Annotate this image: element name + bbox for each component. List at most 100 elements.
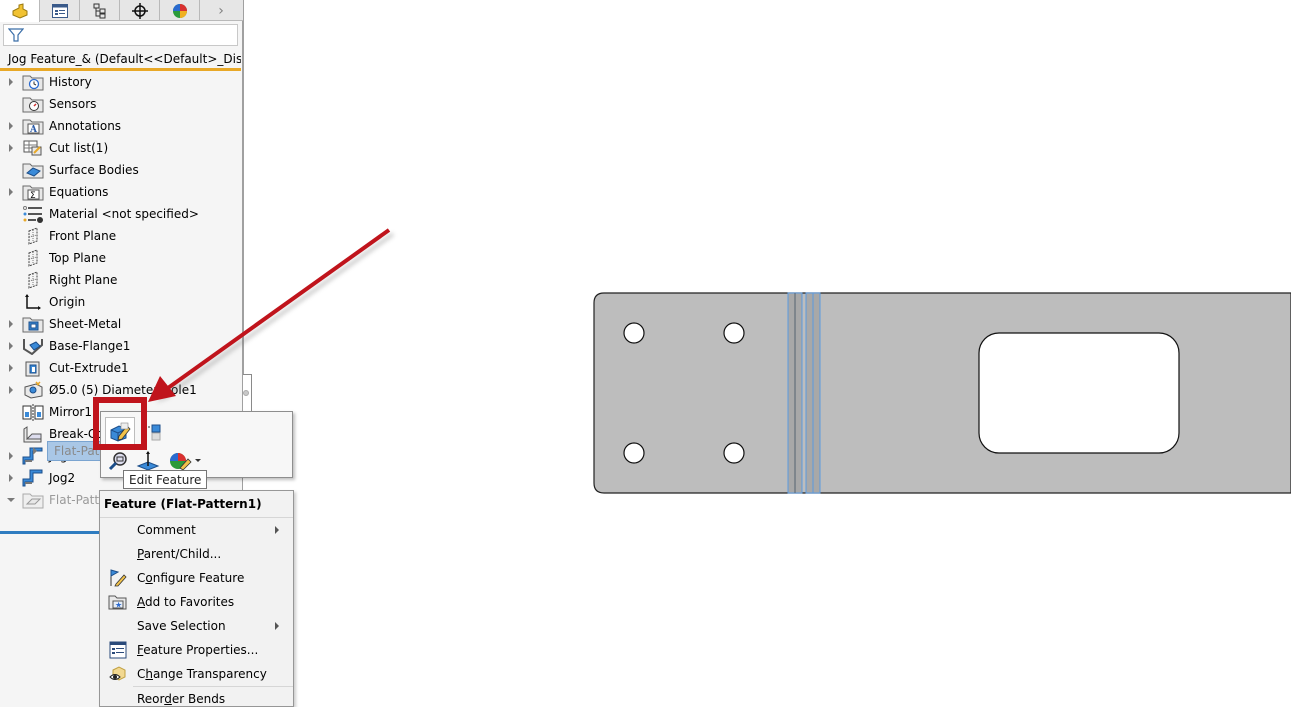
tree-item-label: Ø5.0 (5) Diameter Hole1 (49, 383, 197, 397)
bend-region-1[interactable] (787, 292, 803, 494)
caret-right-icon (9, 320, 13, 328)
manager-tabs: › (0, 0, 243, 22)
tree-item[interactable]: Cut list(1) (0, 137, 241, 159)
caret-right-icon (9, 386, 13, 394)
tree-item[interactable]: Right Plane (0, 269, 241, 291)
filter-icon (8, 28, 24, 42)
tree-item-label: Base-Flange1 (49, 339, 131, 353)
expand-toggle[interactable] (0, 78, 22, 86)
menu-item[interactable]: Save Selection (100, 614, 293, 638)
bend-region-2[interactable] (805, 292, 821, 494)
context-menu-title: Feature (Flat-Pattern1) (100, 491, 293, 518)
hole-wizard-icon (22, 380, 44, 400)
access-key: o (145, 571, 153, 585)
label-part: nfigure Feature (152, 571, 245, 585)
part-root-node[interactable]: Jog Feature_& (Default<<Default>_Disp (0, 49, 241, 69)
expand-toggle[interactable] (24, 447, 46, 455)
menu-item[interactable]: Configure Feature (100, 566, 293, 590)
panel-resize-grip[interactable] (243, 390, 249, 396)
mirror-icon (22, 402, 44, 422)
more-tabs-button[interactable]: › (200, 0, 242, 21)
plane-icon (22, 270, 44, 290)
tree-item[interactable]: Base-Flange1 (0, 335, 241, 357)
tree-item[interactable]: A Annotations (0, 115, 241, 137)
cut-extrude-icon (22, 358, 44, 378)
hole[interactable] (623, 322, 645, 344)
expand-toggle[interactable] (0, 364, 22, 372)
tree-item[interactable]: Material <not specified> (0, 203, 241, 225)
propertymanager-tab[interactable] (40, 0, 80, 21)
menu-item[interactable]: Comment (100, 518, 293, 542)
label-part: arent/Child... (143, 547, 222, 561)
menu-item[interactable]: Change Transparency (100, 662, 293, 686)
featuremanager-tab[interactable] (0, 0, 40, 22)
base-flange-icon (22, 336, 44, 356)
tree-item-label: Sheet-Metal (49, 317, 122, 331)
caret-right-icon (9, 122, 13, 130)
callout-highlight-box (93, 397, 147, 450)
menu-item-label: Feature Properties... (137, 643, 258, 657)
dimxpertmanager-tab[interactable] (120, 0, 160, 21)
suppress-icon (148, 424, 161, 441)
menu-item[interactable]: ★ Add to Favorites (100, 590, 293, 614)
context-menu: Feature (Flat-Pattern1) Comment Parent/Ch… (99, 490, 294, 707)
expand-toggle[interactable] (0, 188, 22, 196)
hole[interactable] (623, 442, 645, 464)
menu-item[interactable]: Feature Properties... (100, 638, 293, 662)
filter-box[interactable] (3, 24, 238, 46)
expand-toggle[interactable] (0, 320, 22, 328)
panel-divider (243, 0, 244, 375)
tree-item-label: Cut list(1) (49, 141, 109, 155)
expand-toggle[interactable] (0, 386, 22, 394)
hole[interactable] (723, 442, 745, 464)
tree-item-label: Annotations (49, 119, 122, 133)
tree-item-label: History (49, 75, 92, 89)
displaymanager-tab[interactable] (160, 0, 200, 21)
part-outline[interactable] (593, 292, 1291, 494)
tree-item-label: Surface Bodies (49, 163, 139, 177)
tree-item[interactable]: Σ Equations (0, 181, 241, 203)
graphics-area[interactable] (244, 0, 1291, 707)
tree-item-label: Cut-Extrude1 (49, 361, 129, 375)
tree-item[interactable]: Sensors (0, 93, 241, 115)
featuremanager-icon (12, 3, 27, 19)
menu-item[interactable]: Parent/Child... (100, 542, 293, 566)
tree-item[interactable]: Cut-Extrude1 (0, 357, 241, 379)
tree-item[interactable]: Surface Bodies (0, 159, 241, 181)
tree-item[interactable]: Top Plane (0, 247, 241, 269)
tree-item-label: Mirror1 (49, 405, 92, 419)
menu-item-label: Add to Favorites (137, 595, 234, 609)
svg-text:A: A (29, 125, 38, 135)
hole[interactable] (723, 322, 745, 344)
surface-bodies-folder-icon (22, 160, 44, 180)
chevron-down-icon (195, 459, 201, 462)
tree-item-label: Front Plane (49, 229, 117, 243)
flat-pattern-part[interactable] (244, 0, 1291, 707)
expand-toggle[interactable] (0, 342, 22, 350)
tree-item[interactable]: Origin (0, 291, 241, 313)
plane-icon (22, 226, 44, 246)
caret-right-icon (9, 342, 13, 350)
expand-toggle[interactable] (0, 498, 22, 502)
material-icon (22, 204, 44, 224)
tree-item[interactable]: Front Plane (0, 225, 241, 247)
propertymanager-icon (51, 3, 68, 18)
configurationmanager-tab[interactable] (80, 0, 120, 21)
tree-item[interactable]: Sheet-Metal (0, 313, 241, 335)
tooltip: Edit Feature (123, 470, 208, 489)
part-root-label: Jog Feature_& (Default<<Default>_Disp (8, 52, 241, 66)
label-part: Save Selection (137, 619, 226, 633)
origin-icon (22, 292, 44, 312)
rectangular-cutout[interactable] (978, 332, 1180, 454)
flat-pattern-folder-icon (22, 490, 44, 510)
tree-item-label: Sensors (49, 97, 97, 111)
menu-item[interactable]: Reorder Bends (100, 687, 293, 707)
expand-toggle[interactable] (0, 144, 22, 152)
cut-list-icon (22, 138, 44, 158)
expand-toggle[interactable] (0, 122, 22, 130)
access-key: A (137, 595, 145, 609)
tree-item[interactable]: History (0, 71, 241, 93)
annotations-folder-icon: A (22, 116, 44, 136)
expand-toggle[interactable] (0, 474, 22, 482)
menu-item-label: Comment (137, 523, 196, 537)
